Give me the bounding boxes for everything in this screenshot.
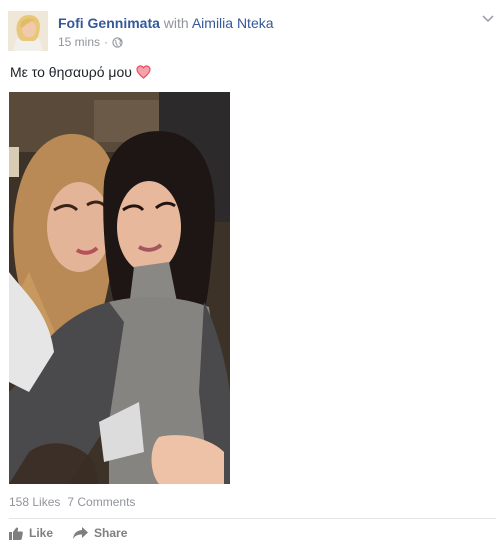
share-label: Share (94, 526, 128, 540)
share-button[interactable]: Share (73, 526, 127, 540)
post-header: Fofi Gennimata with Aimilia Nteka (58, 15, 274, 31)
meta-separator: · (104, 35, 109, 49)
heart-icon (136, 65, 151, 79)
post-meta: 15 mins · (58, 35, 123, 49)
post-actions: Like Share (9, 526, 127, 540)
tagged-person-link[interactable]: Aimilia Nteka (192, 15, 274, 31)
like-button[interactable]: Like (9, 526, 53, 540)
timestamp-link[interactable]: 15 mins (58, 35, 100, 49)
like-label: Like (29, 526, 54, 540)
thumbs-up-icon (9, 527, 23, 540)
engagement-counts: 158 Likes 7 Comments (9, 495, 135, 509)
comments-count-link[interactable]: 7 Comments (67, 495, 135, 509)
globe-icon[interactable] (112, 36, 123, 48)
post-photo[interactable] (9, 92, 230, 484)
author-name-link[interactable]: Fofi Gennimata (58, 15, 160, 31)
divider (9, 518, 496, 519)
post-text: Με το θησαυρό μου (10, 64, 132, 80)
with-label: with (163, 15, 189, 31)
post-message: Με το θησαυρό μου (10, 64, 151, 80)
options-chevron-icon[interactable] (482, 14, 494, 24)
selfie-photo (9, 92, 230, 484)
avatar[interactable] (8, 11, 48, 51)
avatar-portrait (8, 11, 48, 51)
likes-count-link[interactable]: 158 Likes (9, 495, 60, 509)
share-arrow-icon (73, 527, 89, 539)
